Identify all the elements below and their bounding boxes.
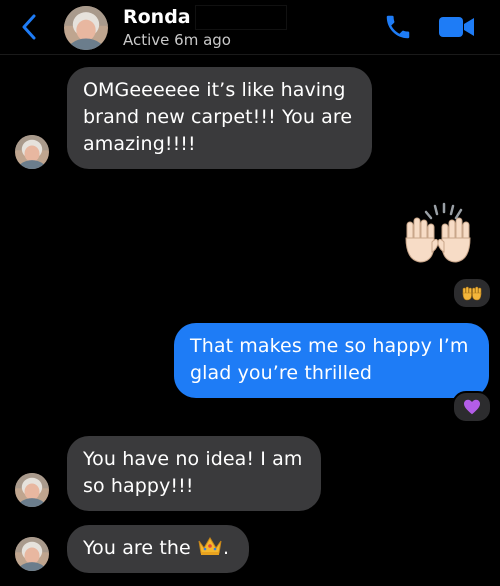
raised-hands-emoji	[405, 202, 471, 263]
sender-avatar[interactable]	[15, 135, 49, 169]
back-button[interactable]	[14, 12, 44, 42]
chat-header: Ronda Active 6m ago	[0, 0, 500, 55]
message-bubble-incoming[interactable]: You are the .	[67, 525, 249, 573]
message-text: OMGeeeeee it’s like having brand new car…	[83, 79, 353, 155]
crown-emoji	[198, 537, 222, 555]
message-bubble-incoming[interactable]: You have no idea! I am so happy!!!	[67, 436, 321, 511]
phone-icon	[386, 15, 410, 39]
sender-avatar[interactable]	[15, 537, 49, 571]
message-text: You are the	[83, 537, 191, 559]
emoji-message[interactable]	[398, 198, 478, 268]
sender-avatar[interactable]	[15, 473, 49, 507]
message-bubble-outgoing[interactable]: That makes me so happy I’m glad you’re t…	[174, 323, 489, 398]
video-camera-icon	[439, 17, 474, 37]
active-status: Active 6m ago	[123, 31, 231, 49]
message-text: That makes me so happy I’m glad you’re t…	[190, 335, 469, 384]
reaction-badge[interactable]	[452, 277, 492, 309]
message-bubble-incoming[interactable]: OMGeeeeee it’s like having brand new car…	[67, 67, 372, 169]
reaction-badge[interactable]	[452, 391, 492, 423]
raised-hands-emoji	[462, 286, 482, 301]
chevron-left-icon	[22, 14, 36, 40]
purple-heart-emoji	[464, 399, 480, 415]
call-button[interactable]	[383, 12, 413, 42]
name-redaction	[195, 5, 287, 30]
avatar[interactable]	[64, 6, 108, 50]
video-call-button[interactable]	[437, 12, 477, 42]
contact-name[interactable]: Ronda	[123, 6, 191, 28]
message-text: You have no idea! I am so happy!!!	[83, 448, 303, 497]
message-text-end: .	[222, 537, 230, 559]
